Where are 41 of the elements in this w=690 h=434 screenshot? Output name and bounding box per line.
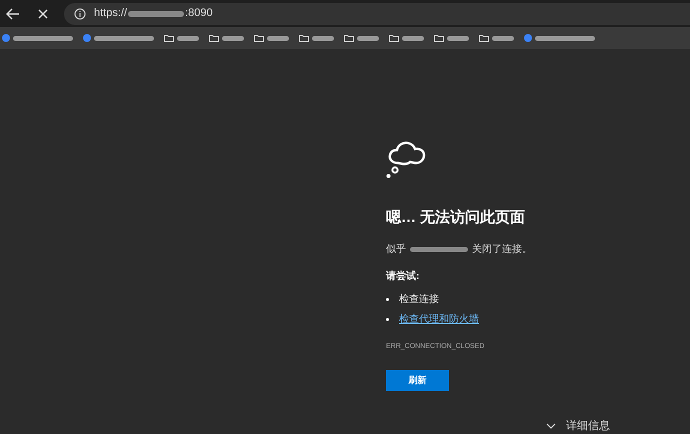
folder-icon: [209, 34, 219, 42]
folder-icon: [434, 34, 444, 42]
site-icon: [83, 34, 91, 42]
message-text: 似乎: [386, 242, 406, 256]
close-icon: [38, 8, 48, 18]
redacted-text: [410, 246, 468, 252]
site-icon: [524, 34, 532, 42]
folder-icon: [479, 34, 489, 42]
details-button[interactable]: 详细信息: [566, 419, 610, 433]
redacted-bookmark[interactable]: [222, 36, 244, 40]
redacted-bookmark[interactable]: [535, 36, 595, 40]
folder-icon: [389, 34, 399, 42]
chevron-down-icon: [546, 423, 556, 429]
url-text: :8090: [185, 6, 213, 22]
redacted-bookmark[interactable]: [357, 36, 379, 40]
suggestion-text: 检查连接: [399, 292, 439, 307]
redacted-bookmark[interactable]: [312, 36, 334, 40]
back-icon: [6, 8, 20, 20]
redacted-bookmark[interactable]: [267, 36, 289, 40]
bullet-icon: [386, 298, 389, 301]
bullet-icon: [386, 318, 389, 321]
info-icon: [74, 8, 86, 20]
url-text: https://: [94, 6, 128, 22]
redacted-bookmark[interactable]: [447, 36, 469, 40]
redacted-bookmark[interactable]: [94, 36, 154, 40]
redacted-bookmark[interactable]: [492, 36, 514, 40]
redacted-bookmark[interactable]: [177, 36, 199, 40]
folder-icon: [164, 34, 174, 42]
redacted-text: [128, 10, 184, 16]
error-title: 嗯… 无法访问此页面: [386, 208, 526, 228]
address-bar[interactable]: https:// :8090: [64, 2, 690, 24]
site-icon: [2, 34, 10, 42]
try-heading: 请尝试:: [386, 270, 420, 284]
redacted-bookmark[interactable]: [402, 36, 424, 40]
redacted-bookmark[interactable]: [13, 36, 73, 40]
folder-icon: [299, 34, 309, 42]
folder-icon: [344, 34, 354, 42]
message-text: 关闭了连接。: [472, 242, 532, 256]
suggestion-link[interactable]: 检查代理和防火墙: [399, 312, 479, 327]
refresh-button[interactable]: 刷新: [386, 370, 449, 391]
folder-icon: [254, 34, 264, 42]
